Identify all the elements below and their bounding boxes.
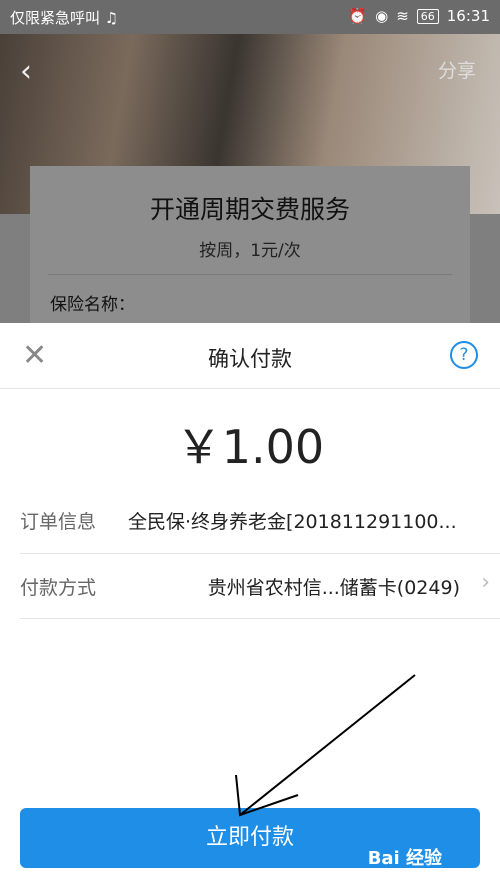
divider xyxy=(20,618,500,620)
divider xyxy=(0,388,500,389)
insurance-name-label: 保险名称： xyxy=(50,295,135,315)
status-icons: ⏰ ◉ ≋ 66 16:31 xyxy=(348,7,490,25)
payment-method-row[interactable]: 付款方式 贵州省农村信...储蓄卡(0249) › xyxy=(20,553,500,618)
watermark-logo: Bai 经验 xyxy=(367,848,442,869)
status-bar: 仅限紧急呼叫 ♫ ⏰ ◉ ≋ 66 16:31 xyxy=(0,0,500,34)
payment-sheet: ✕ 确认付款 ? ￥1.00 订单信息 全民保·终身养老金[2018112911… xyxy=(0,323,500,889)
carrier-text: 仅限紧急呼叫 ♫ xyxy=(10,9,119,27)
wifi-icon: ≋ xyxy=(396,7,409,25)
payment-method-value: 贵州省农村信...储蓄卡(0249) xyxy=(207,577,460,599)
help-icon[interactable]: ? xyxy=(450,341,478,369)
order-info-value: 全民保·终身养老金[201811291100... xyxy=(128,511,457,533)
battery-icon: 66 xyxy=(416,8,439,24)
dialog-title: 开通周期交费服务 xyxy=(149,195,350,224)
clock: 16:31 xyxy=(446,7,490,25)
sheet-title: 确认付款 xyxy=(208,347,292,371)
chevron-right-icon: › xyxy=(481,570,490,595)
alarm-icon: ⏰ xyxy=(348,7,368,25)
order-info-label: 订单信息 xyxy=(20,511,97,533)
back-icon[interactable]: ‹ xyxy=(20,54,32,89)
divider xyxy=(48,274,452,275)
dialog-subtitle: 按周，1元/次 xyxy=(199,241,301,261)
payment-amount: ￥1.00 xyxy=(175,420,325,474)
payment-method-label: 付款方式 xyxy=(20,577,97,599)
order-info-row: 订单信息 全民保·终身养老金[201811291100... xyxy=(20,488,500,552)
share-button[interactable]: 分享 xyxy=(438,56,476,83)
eye-icon: ◉ xyxy=(375,7,389,25)
